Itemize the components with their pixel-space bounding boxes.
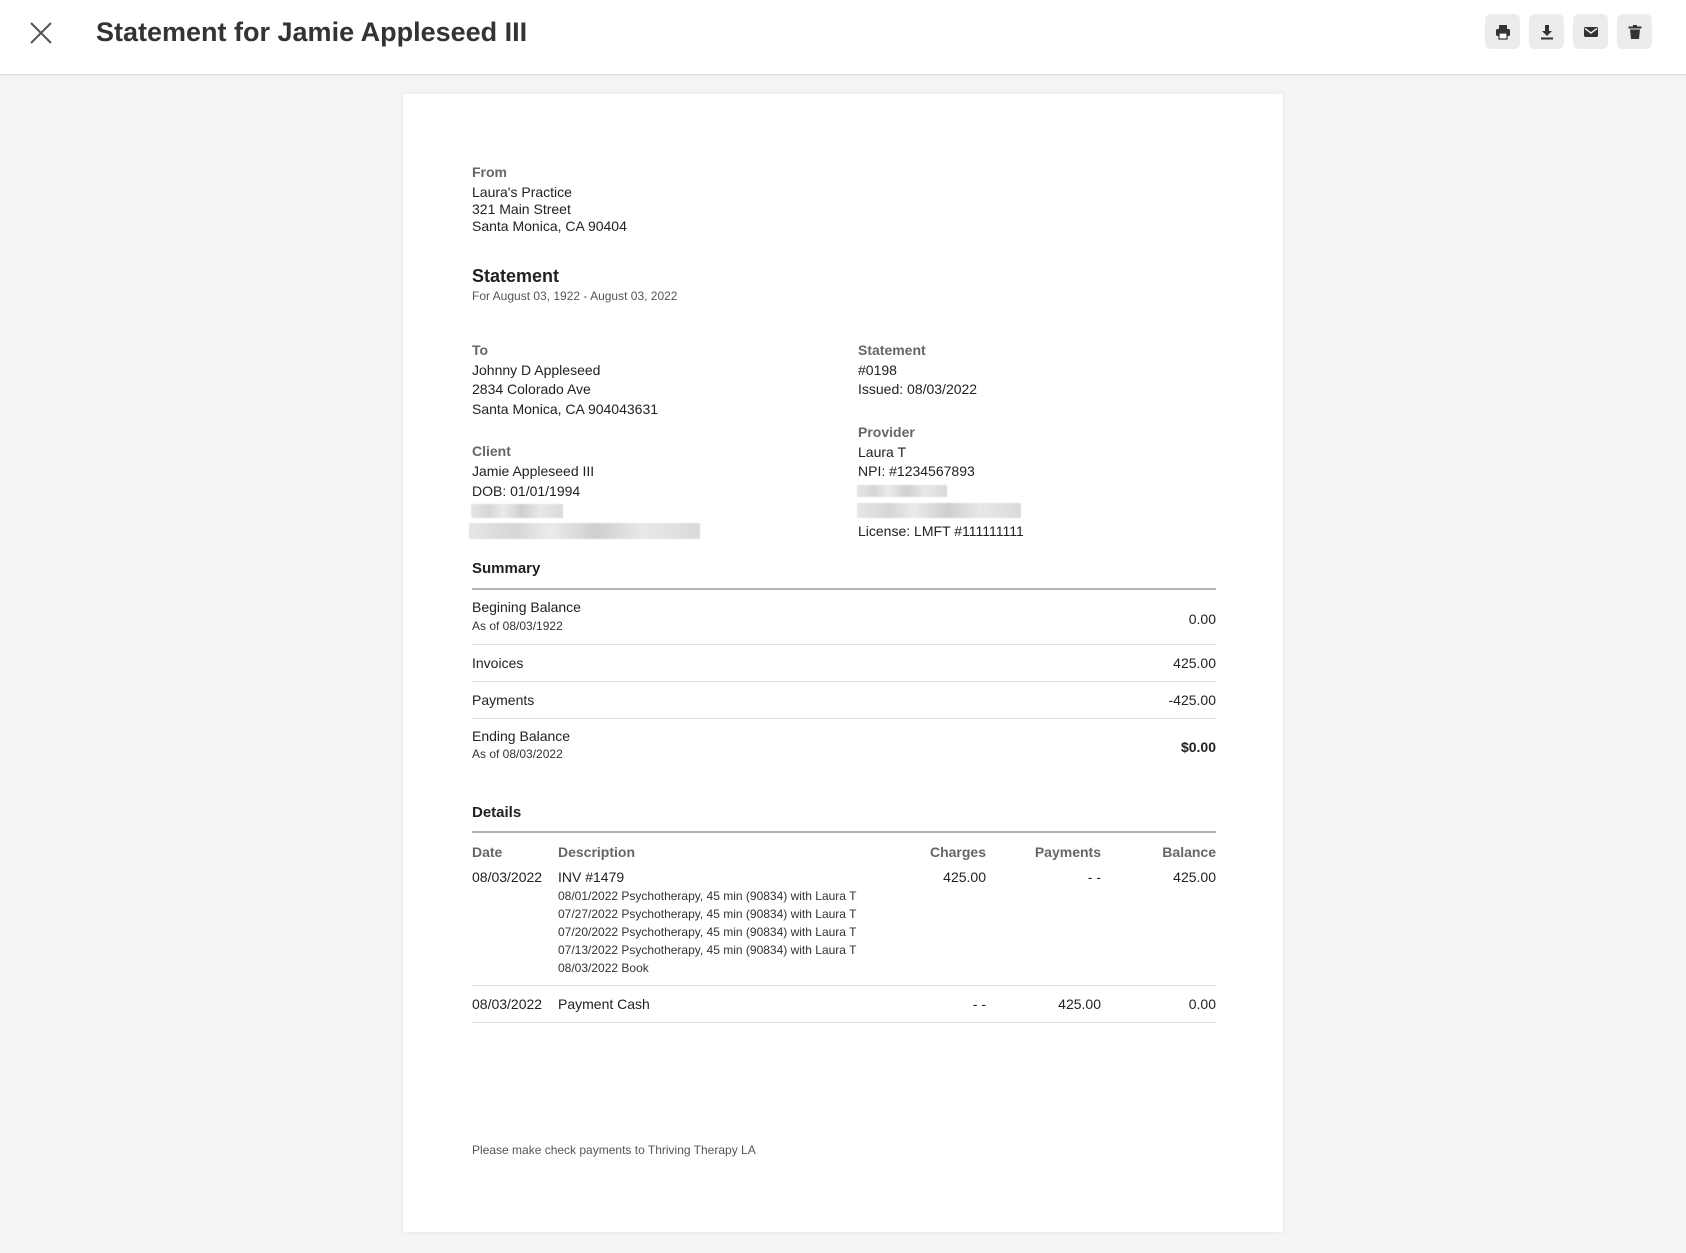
detail-line-item: 08/01/2022 Psychotherapy, 45 min (90834)… — [558, 889, 857, 903]
beginning-balance-label: Begining Balance — [472, 599, 581, 615]
ending-balance-label: Ending Balance — [472, 728, 571, 744]
print-button[interactable] — [1485, 14, 1520, 49]
to-street: 2834 Colorado Ave — [472, 381, 591, 397]
from-label: From — [472, 164, 507, 180]
column-header-balance: Balance — [1162, 844, 1216, 860]
detail-line-item: 07/27/2022 Psychotherapy, 45 min (90834)… — [558, 907, 857, 921]
row-divider — [472, 1022, 1216, 1023]
delete-button[interactable] — [1617, 14, 1652, 49]
details-title: Details — [472, 804, 522, 821]
detail-line-item: 07/20/2022 Psychotherapy, 45 min (90834)… — [558, 925, 857, 939]
detail-payments: 425.00 — [1058, 996, 1101, 1012]
page-title: Statement for Jamie Appleseed III — [96, 17, 528, 47]
payments-value: -425.00 — [1168, 692, 1216, 708]
provider-label: Provider — [858, 424, 915, 440]
from-street: 321 Main Street — [472, 201, 571, 217]
redacted-field — [471, 504, 563, 518]
redacted-field — [857, 503, 1021, 518]
client-dob: DOB: 01/01/1994 — [472, 483, 581, 499]
summary-divider — [472, 588, 1216, 590]
from-name: Laura's Practice — [472, 184, 572, 200]
invoices-value: 425.00 — [1173, 655, 1216, 671]
row-divider — [472, 681, 1216, 682]
detail-description: INV #1479 — [558, 869, 625, 885]
detail-balance: 425.00 — [1173, 869, 1216, 885]
detail-line-item: 07/13/2022 Psychotherapy, 45 min (90834)… — [558, 943, 857, 957]
summary-title: Summary — [472, 560, 541, 577]
payments-label: Payments — [472, 692, 535, 708]
redacted-field — [857, 485, 947, 497]
provider-npi: NPI: #1234567893 — [858, 463, 975, 479]
statement-period: For August 03, 1922 - August 03, 2022 — [472, 289, 678, 303]
to-label: To — [472, 342, 489, 358]
statement-info-label: Statement — [858, 342, 926, 358]
detail-payments: - - — [1087, 869, 1101, 885]
provider-name: Laura T — [858, 444, 906, 460]
toolbar-actions — [1485, 14, 1652, 49]
detail-balance: 0.00 — [1188, 996, 1216, 1012]
beginning-balance-date: As of 08/03/1922 — [472, 619, 563, 633]
ending-balance-date: As of 08/03/2022 — [472, 747, 563, 761]
detail-line-item: 08/03/2022 Book — [558, 961, 649, 975]
client-label: Client — [472, 443, 511, 459]
beginning-balance-value: 0.00 — [1188, 611, 1216, 627]
statement-document: From Laura's Practice 321 Main Street Sa… — [403, 94, 1283, 1232]
details-divider — [472, 831, 1216, 833]
detail-date: 08/03/2022 — [472, 996, 543, 1012]
invoices-label: Invoices — [472, 655, 524, 671]
column-header-payments: Payments — [1034, 844, 1101, 860]
trash-icon — [1628, 24, 1641, 39]
column-header-charges: Charges — [929, 844, 986, 860]
row-divider — [472, 985, 1216, 986]
download-button[interactable] — [1529, 14, 1564, 49]
detail-charges: - - — [972, 996, 986, 1012]
email-button[interactable] — [1573, 14, 1608, 49]
print-icon — [1495, 24, 1510, 40]
ending-balance-value: $0.00 — [1180, 739, 1216, 755]
email-icon — [1583, 26, 1598, 37]
client-name: Jamie Appleseed III — [472, 463, 595, 479]
row-divider — [472, 718, 1216, 719]
column-header-date: Date — [472, 844, 503, 860]
row-divider — [472, 644, 1216, 645]
detail-charges: 425.00 — [943, 869, 986, 885]
footer-note: Please make check payments to Thriving T… — [472, 1143, 756, 1157]
statement-number: #0198 — [858, 362, 897, 378]
statement-issued: Issued: 08/03/2022 — [858, 381, 978, 397]
redacted-field — [469, 523, 700, 539]
close-button[interactable] — [26, 18, 56, 48]
statement-title: Statement — [472, 266, 560, 286]
from-city: Santa Monica, CA 90404 — [472, 218, 627, 234]
detail-date: 08/03/2022 — [472, 869, 543, 885]
to-city: Santa Monica, CA 904043631 — [472, 401, 659, 417]
top-bar: Statement for Jamie Appleseed III — [0, 0, 1686, 75]
to-name: Johnny D Appleseed — [472, 362, 601, 378]
detail-description: Payment Cash — [558, 996, 650, 1012]
download-icon — [1540, 24, 1553, 39]
column-header-description: Description — [558, 844, 636, 860]
close-icon — [30, 22, 52, 44]
provider-license: License: LMFT #111111111 — [858, 523, 1024, 539]
